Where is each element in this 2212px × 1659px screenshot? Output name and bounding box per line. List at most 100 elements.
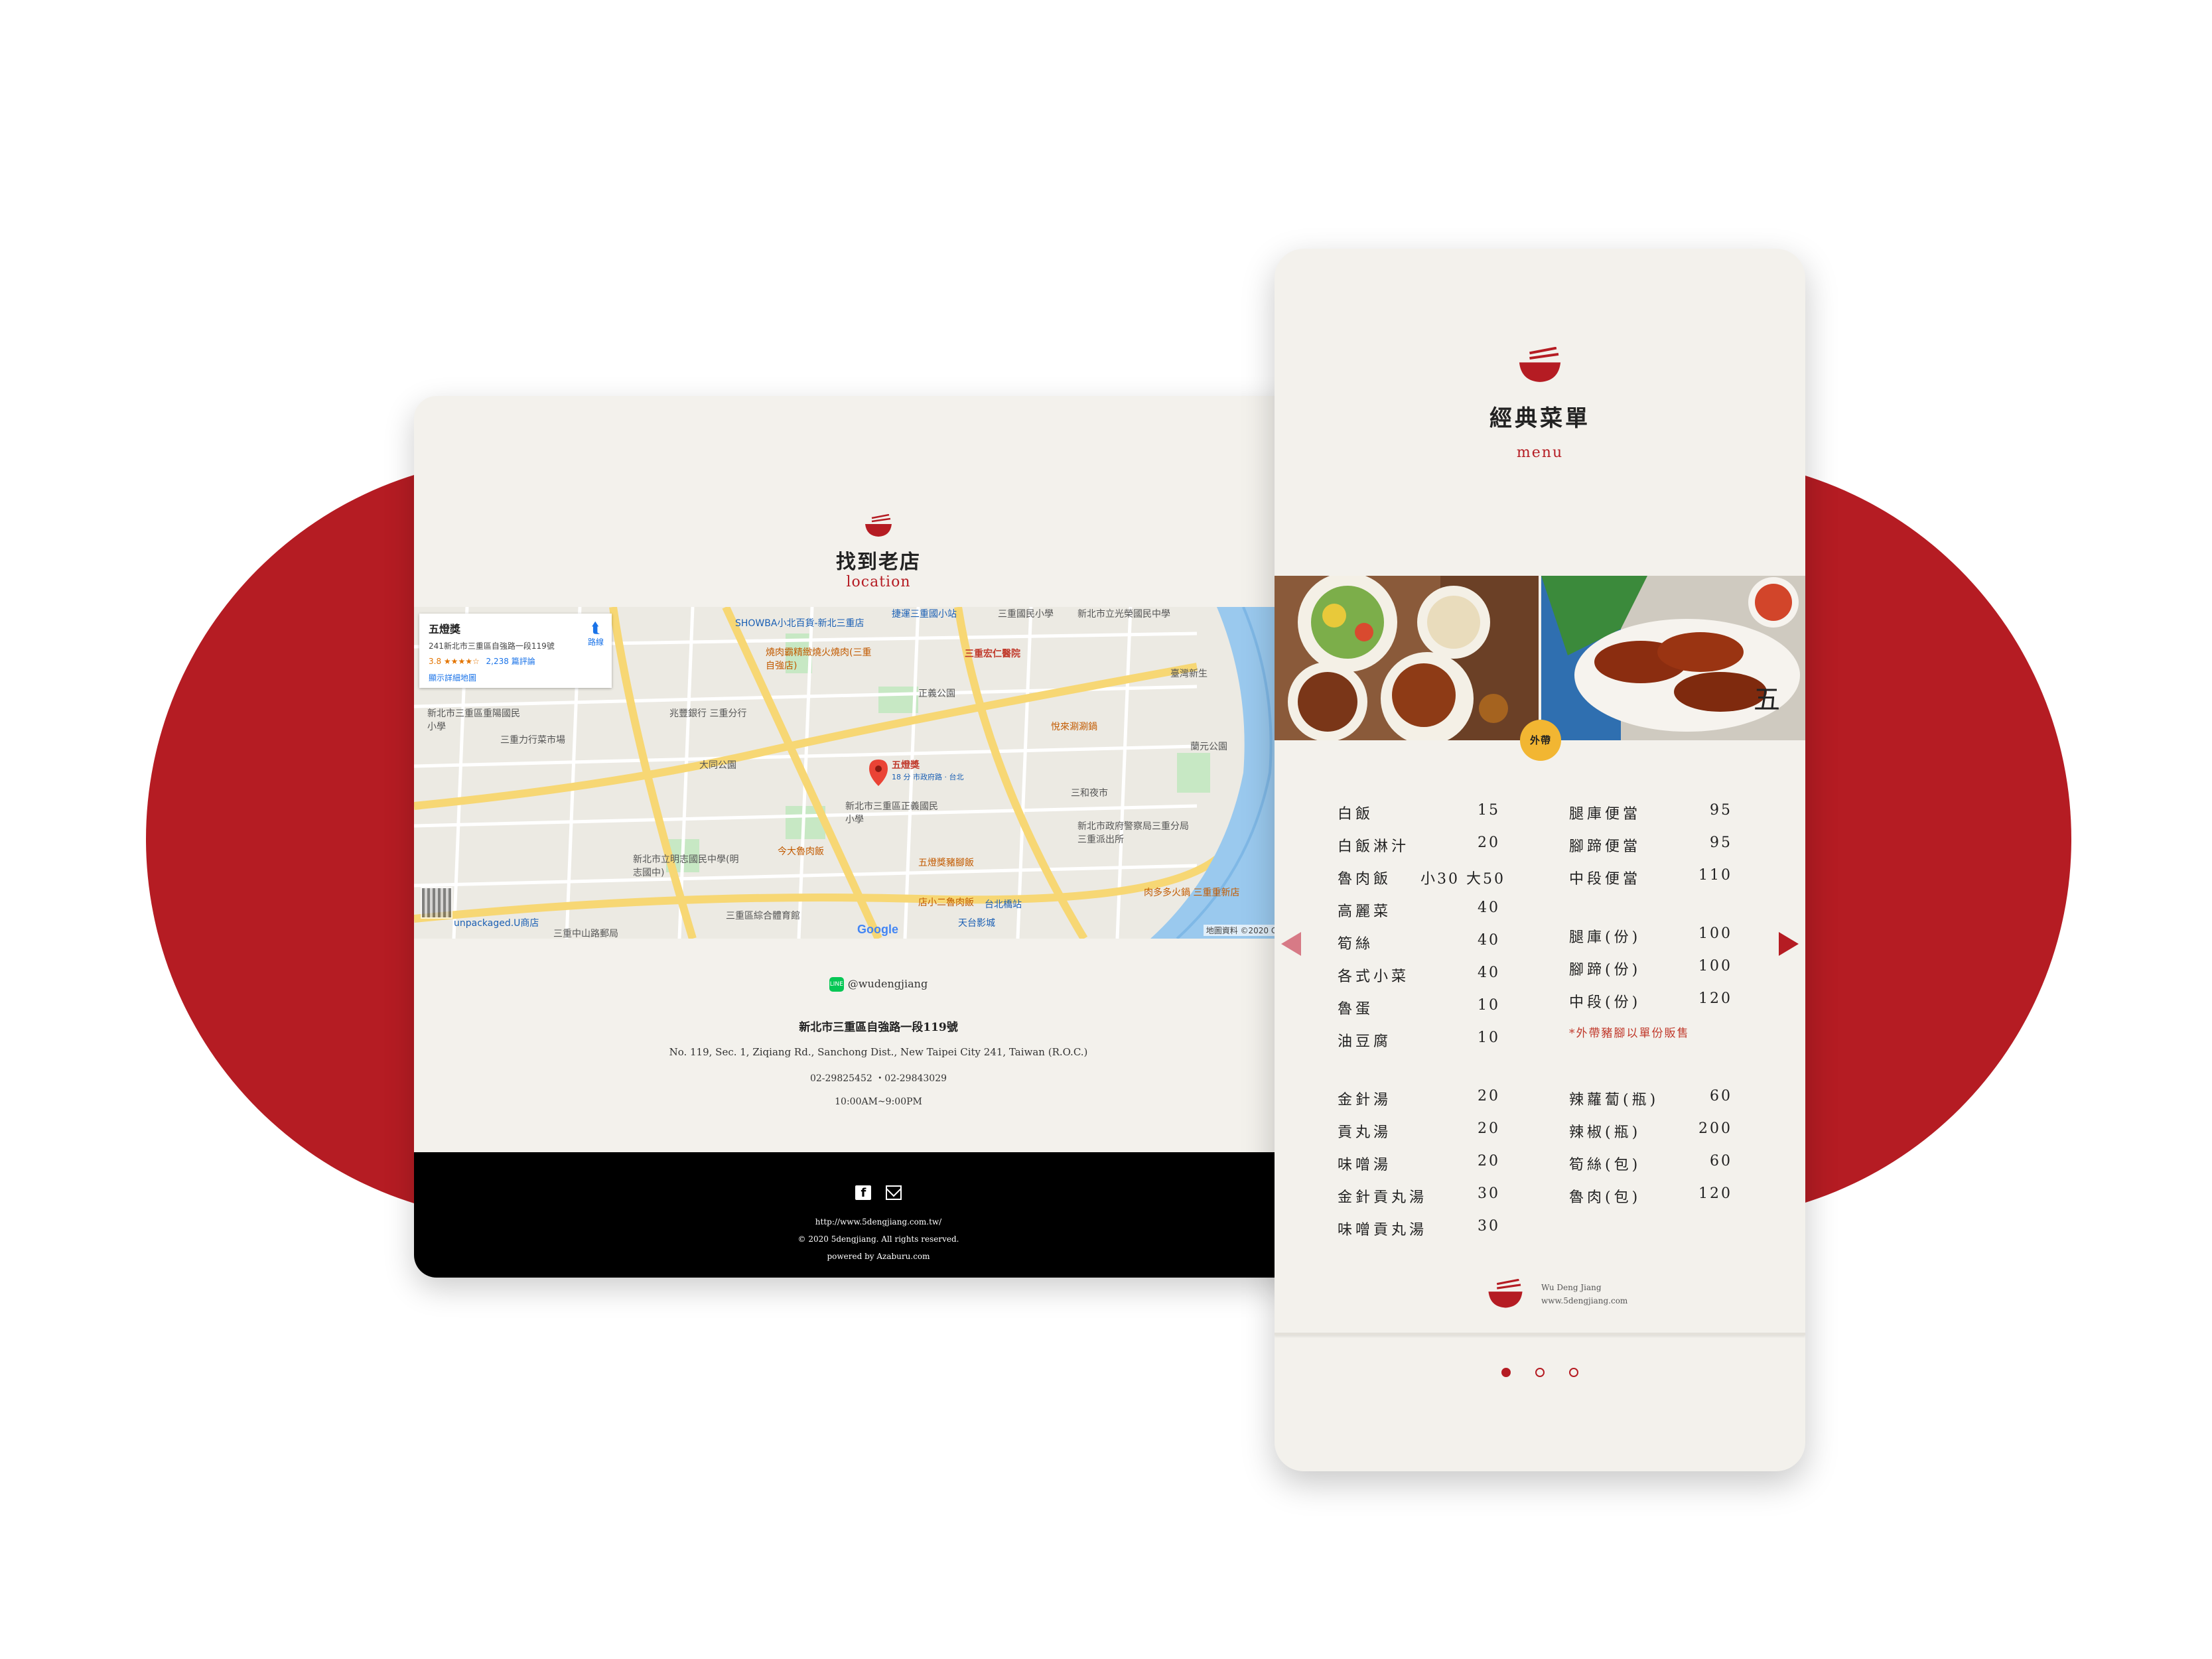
- menu-item-name: 白飯: [1338, 806, 1374, 823]
- rating-value: 3.8: [429, 657, 442, 666]
- map-label: 三重區綜合體育館: [726, 911, 800, 921]
- directions-button[interactable]: ⮬ 路線: [588, 622, 604, 647]
- footer-powered[interactable]: powered by Azaburu.com: [414, 1252, 1343, 1261]
- menu-item-size-price: 小30 大50: [1420, 871, 1505, 888]
- mobile-menu-page: 經典菜單 menu 五 外帶 白飯 15 白飯淋汁 20 魯肉飯 小30 大50…: [1275, 249, 1805, 1471]
- menu-item-name: 油豆腐: [1338, 1033, 1392, 1050]
- menu-item-price: 10: [1478, 1029, 1500, 1046]
- map-label: 18 分 市政府路 · 台北: [892, 773, 964, 781]
- site-footer: f http://www.5dengjiang.com.tw/ © 2020 5…: [414, 1152, 1343, 1278]
- menu-item-name: 魯肉(包): [1569, 1189, 1641, 1206]
- map-label: 三和夜市: [1071, 788, 1108, 799]
- pagination-dot-3[interactable]: [1569, 1368, 1579, 1377]
- pagination-dot-1[interactable]: [1501, 1368, 1511, 1377]
- review-count-link[interactable]: 2,238 篇評論: [486, 657, 535, 666]
- google-logo: Google: [857, 923, 898, 936]
- map-label: 新北市立光榮國民中學: [1077, 609, 1170, 620]
- google-map[interactable]: SHOWBA小北百貨-新北三重店 捷運三重國小站 三重國民小學 新北市立光榮國民…: [414, 607, 1343, 939]
- place-address: 241新北市三重區自強路一段119號: [429, 641, 555, 651]
- menu-item-price: 95: [1710, 834, 1732, 851]
- map-label: 新北市三重區正義國民小學: [845, 801, 938, 825]
- menu-item-price: 120: [1698, 990, 1732, 1007]
- takeout-badge: 外帶: [1520, 720, 1561, 761]
- map-label: 新北市立明志國民中學(明志國中): [633, 854, 739, 878]
- menu-item-name: 魯蛋: [1338, 1001, 1374, 1018]
- menu-item-name: 辣椒(瓶): [1569, 1124, 1641, 1141]
- rating-stars: ★★★★☆: [443, 657, 480, 666]
- footer-copyright: © 2020 5dengjiang. All rights reserved.: [797, 1234, 959, 1244]
- place-name: 五燈獎: [429, 623, 461, 635]
- footer-url[interactable]: http://www.5dengjiang.com.tw/: [414, 1217, 1343, 1227]
- map-place-card[interactable]: 五燈獎 241新北市三重區自強路一段119號 3.8 ★★★★☆ 2,238 篇…: [419, 614, 612, 688]
- line-contact[interactable]: LINE @wudengjiang: [414, 977, 1343, 992]
- menu-item-price: 120: [1698, 1185, 1732, 1202]
- phone-numbers[interactable]: 02-29825452 ・02-29843029: [414, 1071, 1343, 1085]
- menu-item-name: 中段(份): [1569, 994, 1641, 1011]
- desktop-location-page: 找到老店 location SHOWBA小北百貨-新北三重店 捷運三重國小站 三…: [414, 396, 1343, 1278]
- map-label: 肉多多火鍋 三重重新店: [1144, 888, 1240, 898]
- map-label: 今大魯肉飯: [778, 846, 824, 857]
- menu-footer-brand: Wu Deng Jiang www.5dengjiang.com: [1486, 1278, 1627, 1312]
- menu-item-price: 20: [1478, 1120, 1500, 1137]
- next-arrow-icon[interactable]: [1779, 932, 1799, 956]
- menu-item-name: 中段便當: [1569, 871, 1641, 888]
- food-photo-right: 五: [1541, 576, 1805, 740]
- menu-item-price: 40: [1478, 932, 1500, 949]
- map-label: 五燈獎豬腳飯: [918, 858, 974, 868]
- menu-item-price: 30: [1478, 1218, 1500, 1234]
- map-label: 悅來涮涮鍋: [1051, 722, 1097, 732]
- menu-item-price: 200: [1698, 1120, 1732, 1137]
- menu-item-name: 白飯淋汁: [1338, 838, 1410, 855]
- map-label: 店小二魯肉飯: [918, 897, 974, 908]
- menu-item-price: 30: [1478, 1185, 1500, 1202]
- prev-arrow-icon[interactable]: [1281, 932, 1301, 956]
- map-label: 台北橋站: [985, 899, 1022, 910]
- page-subtitle: location: [846, 574, 911, 590]
- food-photo-left: [1275, 576, 1539, 740]
- bowl-logo-icon: [1275, 347, 1805, 384]
- map-label: unpackaged.U商店: [454, 918, 539, 929]
- map-label: 大同公園: [699, 760, 736, 771]
- line-icon: LINE: [829, 977, 844, 992]
- menu-item-price: 20: [1478, 1153, 1500, 1169]
- map-label: 三重中山路郵局: [553, 929, 618, 939]
- menu-item-name: 各式小菜: [1338, 968, 1410, 985]
- directions-icon: ⮬: [591, 620, 600, 637]
- map-label: 三重宏仁醫院: [965, 649, 1020, 659]
- directions-label: 路線: [587, 637, 604, 647]
- line-id: @wudengjiang: [847, 977, 928, 990]
- menu-item-price: 60: [1710, 1153, 1732, 1169]
- mail-icon[interactable]: [885, 1185, 902, 1200]
- menu-item-price: 10: [1478, 997, 1500, 1014]
- map-label: 正義公園: [918, 689, 955, 699]
- menu-item-price: 15: [1478, 802, 1500, 819]
- menu-item-name: 腳蹄(份): [1569, 962, 1641, 978]
- menu-item-name: 味噌湯: [1338, 1157, 1392, 1173]
- menu-item-price: 40: [1478, 964, 1500, 981]
- pagination-dots: [1275, 1367, 1805, 1380]
- menu-item-name: 金針貢丸湯: [1338, 1189, 1428, 1206]
- menu-item-price: 20: [1478, 834, 1500, 851]
- map-label: 三重國民小學: [998, 609, 1054, 620]
- map-label: 臺灣新生: [1170, 669, 1208, 679]
- bowl-logo-icon: [414, 514, 1343, 538]
- map-thumbnail[interactable]: [421, 887, 452, 919]
- menu-item-name: 腿庫(份): [1569, 929, 1641, 946]
- menu-item-name: 腳蹄便當: [1569, 838, 1641, 855]
- pagination-dot-2[interactable]: [1535, 1368, 1545, 1377]
- opening-hours: 10:00AM~9:00PM: [835, 1096, 922, 1107]
- menu-item-name: 味噌貢丸湯: [1338, 1222, 1428, 1238]
- bowl-logo-icon: [1488, 1278, 1523, 1308]
- map-label: 捷運三重國小站: [892, 609, 957, 620]
- map-label: 蘭元公園: [1190, 742, 1227, 752]
- menu-subtitle: menu: [1516, 444, 1564, 461]
- menu-item-name: 腿庫便當: [1569, 806, 1641, 823]
- map-label: SHOWBA小北百貨-新北三重店: [735, 618, 864, 629]
- divider: [1275, 1333, 1805, 1335]
- address-english: No. 119, Sec. 1, Ziqiang Rd., Sanchong D…: [669, 1046, 1088, 1058]
- menu-item-price: 20: [1478, 1088, 1500, 1104]
- menu-item-price: 40: [1478, 899, 1500, 916]
- facebook-icon[interactable]: f: [855, 1185, 872, 1200]
- larger-map-link[interactable]: 顯示詳細地圖: [429, 672, 602, 683]
- menu-item-name: 筍絲: [1338, 936, 1374, 953]
